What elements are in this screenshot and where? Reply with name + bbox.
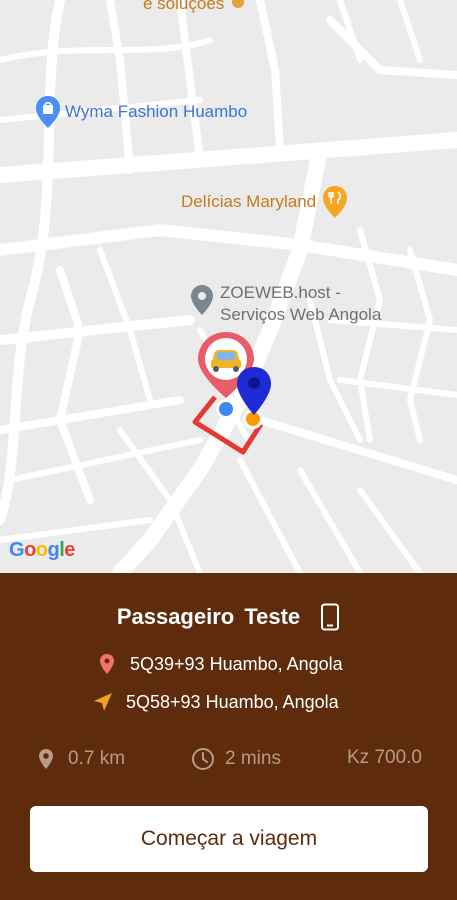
poi-delicias-maryland[interactable]: Delícias Maryland <box>181 185 348 219</box>
distance-stat: 0.7 km <box>34 747 125 771</box>
fare-value: Kz 700.0 <box>347 747 422 768</box>
location-pin-icon <box>191 285 213 315</box>
origin-address: 5Q39+93 Huambo, Angola <box>130 653 343 674</box>
google-logo-g: G <box>9 539 25 561</box>
google-logo: Google <box>9 539 75 562</box>
location-pin-icon <box>100 654 114 674</box>
duration-value: 2 mins <box>225 748 281 769</box>
poi-zoeweb-line1: ZOEWEB.host - <box>220 283 341 302</box>
map-view[interactable]: e soluções Wyma Fashion Huambo Delícias … <box>0 0 457 573</box>
poi-top[interactable]: e soluções <box>143 0 246 14</box>
poi-wyma-label: Wyma Fashion Huambo <box>65 102 248 121</box>
poi-zoeweb[interactable]: ZOEWEB.host - Serviços Web Angola <box>190 282 381 326</box>
origin-address-row: 5Q39+93 Huambo, Angola <box>96 653 343 675</box>
my-location-dot-icon <box>216 399 236 419</box>
trip-panel: Passageiro Teste 5Q39+93 Huambo, Angola … <box>0 573 457 900</box>
clock-icon <box>192 748 214 770</box>
destination-marker-icon[interactable] <box>235 365 273 417</box>
shopping-bag-pin-icon <box>36 96 60 128</box>
restaurant-pin-icon <box>232 0 245 8</box>
navigation-arrow-icon <box>94 693 112 711</box>
poi-wyma-fashion[interactable]: Wyma Fashion Huambo <box>35 95 247 129</box>
phone-icon[interactable] <box>320 603 340 631</box>
map-pin-icon <box>39 749 53 769</box>
distance-value: 0.7 km <box>68 748 126 769</box>
fare-stat: Kz 700.0 <box>347 747 422 769</box>
poi-top-label: e soluções <box>143 0 225 13</box>
duration-stat: 2 mins <box>191 747 281 771</box>
poi-delicias-label: Delícias Maryland <box>181 192 317 211</box>
passenger-row: Passageiro Teste <box>0 603 457 631</box>
google-logo-e: e <box>64 539 75 561</box>
google-logo-g2: g <box>47 539 60 561</box>
restaurant-pin-icon <box>323 186 348 218</box>
destination-address-row: 5Q58+93 Huambo, Angola <box>92 691 339 713</box>
start-trip-button[interactable]: Começar a viagem <box>30 806 428 872</box>
google-logo-o1: o <box>24 539 36 561</box>
passenger-name: Passageiro Teste <box>116 604 301 629</box>
destination-address: 5Q58+93 Huambo, Angola <box>126 691 339 712</box>
google-logo-o2: o <box>35 539 48 561</box>
poi-zoeweb-line2: Serviços Web Angola <box>220 305 382 324</box>
